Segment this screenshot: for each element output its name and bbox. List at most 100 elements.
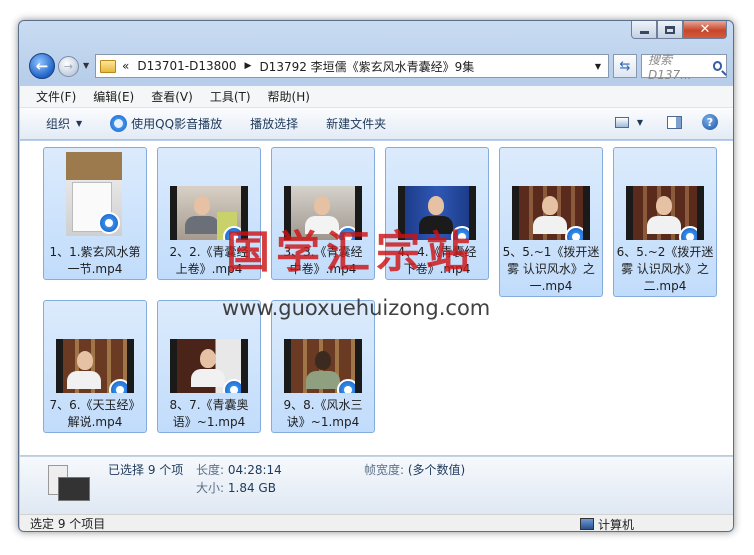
menu-tools[interactable]: 工具(T)	[210, 88, 251, 105]
file-item[interactable]: 1、1.紫玄风水第 一节.mp4	[43, 147, 147, 280]
file-name-line: 一节.mp4	[67, 262, 123, 276]
file-name: 7、6.《天玉经》 解说.mp4	[46, 397, 144, 431]
change-view-icon[interactable]	[614, 116, 629, 128]
caption-buttons: ✕	[631, 21, 727, 39]
play-with-qq-label: 使用QQ影音播放	[131, 117, 223, 131]
menu-view[interactable]: 查看(V)	[151, 88, 193, 105]
qq-player-badge-icon	[565, 226, 583, 240]
qq-player-badge-icon	[337, 379, 355, 393]
chevron-down-icon: ▼	[76, 119, 83, 128]
status-text: 选定 9 个项目	[30, 517, 106, 531]
file-name-line: 8、7.《青囊奥	[169, 398, 249, 412]
file-name-line: 诀》~1.mp4	[286, 415, 360, 429]
breadcrumb-item[interactable]: D13792 李垣儒《紫玄风水青囊经》9集	[259, 58, 474, 75]
search-icon[interactable]	[712, 61, 722, 71]
maximize-button[interactable]	[657, 21, 683, 39]
file-item[interactable]: 5、5.~1《拨开迷雾 认识风水》之 一.mp4	[499, 147, 603, 297]
video-thumbnail	[284, 339, 362, 393]
file-name: 5、5.~1《拨开迷雾 认识风水》之 一.mp4	[502, 244, 600, 295]
menu-file[interactable]: 文件(F)	[36, 88, 76, 105]
command-bar: 组织 ▼ 使用QQ影音播放 播放选择 新建文件夹 ▼ ?	[20, 108, 733, 140]
length-label: 长度:	[196, 463, 225, 477]
length-value: 04:28:14	[227, 463, 282, 477]
refresh-button[interactable]: ⇆	[613, 54, 637, 78]
organize-label: 组织	[46, 117, 71, 131]
arrow-left-icon: ←	[35, 57, 49, 75]
watermark-url: www.guoxuehuizong.com	[222, 296, 491, 320]
play-selection-label: 播放选择	[250, 117, 299, 131]
file-name-line: 1、1.紫玄风水第	[49, 245, 141, 259]
help-icon[interactable]: ?	[702, 114, 718, 130]
search-placeholder: 搜索 D137...	[648, 52, 692, 82]
close-icon: ✕	[699, 22, 711, 37]
file-name-line: 一.mp4	[529, 279, 573, 293]
back-button[interactable]: ←	[29, 53, 55, 79]
minimize-button[interactable]	[631, 21, 657, 39]
file-item[interactable]: 6、5.~2《拨开迷雾 认识风水》之 二.mp4	[613, 147, 717, 297]
new-folder-label: 新建文件夹	[326, 117, 387, 131]
view-controls: ▼ ?	[614, 114, 718, 130]
forward-button[interactable]: →	[58, 56, 79, 77]
details-pane: 已选择 9 个项 长度: 04:28:14 大小: 1.84 GB 帧宽度: (…	[20, 456, 733, 514]
computer-icon	[580, 518, 594, 530]
file-name-line: 5、5.~1《拨开迷	[502, 245, 600, 259]
file-name-line: 9、8.《风水三	[283, 398, 363, 412]
video-thumbnail	[66, 152, 122, 236]
frame-width-label: 帧宽度:	[364, 463, 405, 477]
file-name-line: 雾 认识风水》之	[507, 262, 595, 276]
address-bar[interactable]: « D13701-D13800 ▶ D13792 李垣儒《紫玄风水青囊经》9集 …	[95, 54, 609, 78]
play-with-qq-button[interactable]: 使用QQ影音播放	[110, 115, 222, 132]
video-thumbnail	[170, 339, 248, 393]
qq-player-badge-icon	[98, 212, 120, 234]
qq-player-badge-icon	[679, 226, 697, 240]
size-field: 大小: 1.84 GB	[196, 479, 276, 496]
file-name-line: 6、5.~2《拨开迷	[616, 245, 714, 259]
file-name: 9、8.《风水三 诀》~1.mp4	[274, 397, 372, 431]
video-stack-icon	[48, 465, 90, 503]
navigation-bar: ← → ▼ « D13701-D13800 ▶ D13792 李垣儒《紫玄风水青…	[25, 51, 729, 82]
file-name-line: 语》~1.mp4	[172, 415, 246, 429]
zone-label: 计算机	[598, 518, 635, 532]
video-thumbnail	[56, 339, 134, 393]
file-name: 8、7.《青囊奥 语》~1.mp4	[160, 397, 258, 431]
maximize-icon	[665, 25, 675, 34]
arrow-right-icon: →	[63, 60, 74, 73]
size-value: 1.84 GB	[227, 481, 276, 495]
preview-pane-icon[interactable]	[667, 115, 682, 129]
file-name: 6、5.~2《拨开迷雾 认识风水》之 二.mp4	[616, 244, 714, 295]
menu-help[interactable]: 帮助(H)	[268, 88, 310, 105]
breadcrumb-overflow[interactable]: «	[122, 59, 129, 73]
menu-edit[interactable]: 编辑(E)	[93, 88, 134, 105]
breadcrumb-item[interactable]: D13701-D13800	[137, 59, 236, 73]
qq-player-icon	[110, 115, 128, 132]
video-thumbnail	[512, 186, 590, 240]
size-label: 大小:	[196, 481, 225, 495]
qq-player-badge-icon	[223, 379, 241, 393]
frame-width-value: (多个数值)	[407, 463, 466, 477]
frame-width-field: 帧宽度: (多个数值)	[364, 461, 465, 478]
view-options-dropdown-icon[interactable]: ▼	[637, 118, 643, 127]
file-name-line: 解说.mp4	[67, 415, 123, 429]
file-name-line: 二.mp4	[643, 279, 687, 293]
folder-icon	[100, 59, 116, 73]
menu-bar: 文件(F) 编辑(E) 查看(V) 工具(T) 帮助(H)	[20, 86, 733, 108]
address-dropdown[interactable]: ▼	[588, 62, 608, 71]
play-selection-button[interactable]: 播放选择	[250, 115, 298, 132]
status-bar: 选定 9 个项目 计算机	[20, 514, 733, 532]
qq-player-badge-icon	[109, 379, 127, 393]
organize-button[interactable]: 组织 ▼	[46, 115, 82, 132]
selection-count: 已选择 9 个项	[108, 463, 184, 477]
minimize-icon	[639, 31, 649, 34]
close-button[interactable]: ✕	[683, 21, 727, 39]
new-folder-button[interactable]: 新建文件夹	[326, 115, 386, 132]
file-name-line: 雾 认识风水》之	[621, 262, 709, 276]
recent-pages-dropdown[interactable]: ▼	[83, 61, 89, 70]
breadcrumb-separator-icon[interactable]: ▶	[245, 61, 252, 71]
file-item[interactable]: 7、6.《天玉经》 解说.mp4	[43, 300, 147, 433]
search-input[interactable]: 搜索 D137...	[641, 53, 727, 82]
video-thumbnail	[626, 186, 704, 240]
length-field: 长度: 04:28:14	[196, 461, 282, 478]
watermark-text: 国学汇宗站	[226, 227, 476, 278]
file-name-line: 7、6.《天玉经》	[49, 398, 141, 412]
refresh-icon: ⇆	[619, 58, 631, 74]
